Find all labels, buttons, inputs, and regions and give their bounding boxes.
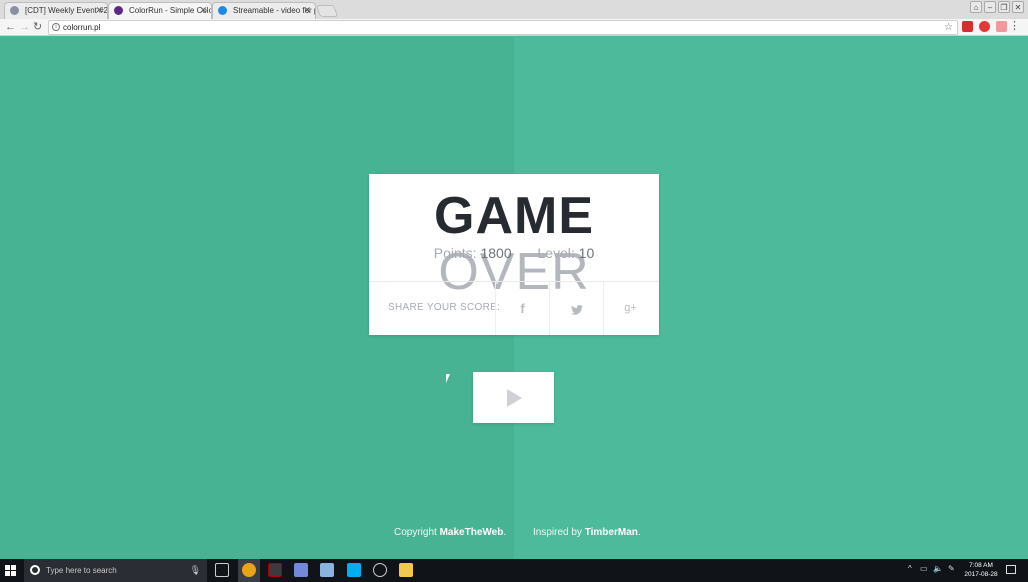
copyright-prefix: Copyright xyxy=(394,527,437,538)
opera-extension-icon[interactable] xyxy=(979,21,990,32)
clock-time: 7:08 AM xyxy=(969,562,993,569)
window-controls: ⌂ – ❐ ✕ xyxy=(970,1,1024,13)
game-over-card: GAME OVER Points: 1800 Level: 10 SHARE Y… xyxy=(369,174,659,335)
obs-icon[interactable] xyxy=(373,563,387,577)
title-game-word: GAME xyxy=(434,187,594,245)
inspired-prefix: Inspired by xyxy=(533,527,582,538)
windows-start-icon[interactable] xyxy=(5,565,16,576)
points-label: Points: xyxy=(433,245,477,261)
forward-icon[interactable]: → xyxy=(19,20,30,34)
extension-icon[interactable] xyxy=(996,21,1007,32)
cortana-icon xyxy=(30,565,40,575)
address-bar[interactable]: i colorrun.pl ☆ xyxy=(48,20,958,35)
url-text: colorrun.pl xyxy=(63,23,101,32)
new-tab-button[interactable] xyxy=(315,5,339,17)
tab-favicon-icon xyxy=(10,6,19,15)
pen-icon[interactable]: ✎ xyxy=(948,564,955,573)
google-plus-share-button[interactable]: g+ xyxy=(603,282,657,335)
level-label: Level: xyxy=(537,245,575,261)
network-icon[interactable]: ▭ xyxy=(920,564,928,573)
extension-icon[interactable] xyxy=(962,21,973,32)
share-label: SHARE YOUR SCORE: xyxy=(388,302,501,313)
twitter-share-button[interactable] xyxy=(549,282,603,335)
timberman-link[interactable]: TimberMan xyxy=(585,527,638,538)
restore-icon[interactable]: ❐ xyxy=(998,1,1010,13)
reload-icon[interactable]: ↻ xyxy=(33,20,42,34)
tab-favicon-icon xyxy=(218,6,227,15)
microphone-icon[interactable]: 🎙 xyxy=(190,559,201,582)
profile-icon[interactable]: ⌂ xyxy=(970,1,982,13)
discord-icon[interactable] xyxy=(294,563,308,577)
points-value: 1800 xyxy=(480,245,512,261)
back-icon[interactable]: ← xyxy=(5,20,16,34)
close-icon[interactable]: ✕ xyxy=(303,3,311,18)
level-value: 10 xyxy=(578,245,595,261)
tab-favicon-icon xyxy=(114,6,123,15)
google-plus-icon: g+ xyxy=(624,302,637,314)
close-window-icon[interactable]: ✕ xyxy=(1012,1,1024,13)
volume-icon[interactable]: 🔈 xyxy=(933,564,943,573)
notepad-icon[interactable] xyxy=(320,563,334,577)
app-icon[interactable] xyxy=(268,563,282,577)
play-icon xyxy=(507,389,522,407)
skype-icon[interactable] xyxy=(347,563,361,577)
browser-menu-icon[interactable]: ⋮ xyxy=(1009,19,1020,34)
score-stats: Points: 1800 Level: 10 xyxy=(369,245,659,261)
close-icon[interactable]: ✕ xyxy=(199,3,207,18)
browser-toolbar: ← → ↻ i colorrun.pl ☆ ⋮ xyxy=(0,19,1028,36)
tab-streamable[interactable]: Streamable - video for p ✕ xyxy=(212,2,316,19)
tray-chevron-icon[interactable]: ^ xyxy=(908,564,912,573)
info-icon[interactable]: i xyxy=(52,23,60,31)
taskbar-clock[interactable]: 7:08 AM 2017-08-28 xyxy=(964,561,998,579)
play-again-button[interactable] xyxy=(473,372,554,423)
makethweb-link[interactable]: MakeTheWeb xyxy=(440,527,504,538)
close-icon[interactable]: ✕ xyxy=(95,3,103,18)
game-area: GAME OVER Points: 1800 Level: 10 SHARE Y… xyxy=(0,37,1028,559)
twitter-icon xyxy=(570,301,583,316)
inspired-text: Inspired by TimberMan. xyxy=(533,527,641,538)
tab-strip: [CDT] Weekly Event #27 ✕ ColorRun - Simp… xyxy=(0,0,1028,20)
share-row: SHARE YOUR SCORE: f g+ xyxy=(369,282,659,335)
taskbar-search[interactable]: Type here to search 🎙 xyxy=(24,559,207,582)
bookmark-star-icon[interactable]: ☆ xyxy=(944,21,953,34)
tab-weekly-event[interactable]: [CDT] Weekly Event #27 ✕ xyxy=(4,2,108,19)
file-explorer-icon[interactable] xyxy=(399,563,413,577)
clock-date: 2017-08-28 xyxy=(964,571,998,578)
task-view-icon[interactable] xyxy=(215,563,229,577)
facebook-icon: f xyxy=(520,301,525,316)
notifications-icon[interactable] xyxy=(1006,565,1016,574)
copyright-text: Copyright MakeTheWeb. xyxy=(394,527,507,538)
minimize-icon[interactable]: – xyxy=(984,1,996,13)
facebook-share-button[interactable]: f xyxy=(495,282,549,335)
tab-colorrun[interactable]: ColorRun - Simple Colo ✕ xyxy=(108,2,212,20)
mouse-cursor-icon xyxy=(446,374,454,383)
search-placeholder: Type here to search xyxy=(46,566,117,575)
chrome-icon[interactable] xyxy=(242,563,256,577)
taskbar: Type here to search 🎙 ^ ▭ 🔈 ✎ 7:08 AM 20… xyxy=(0,559,1028,582)
